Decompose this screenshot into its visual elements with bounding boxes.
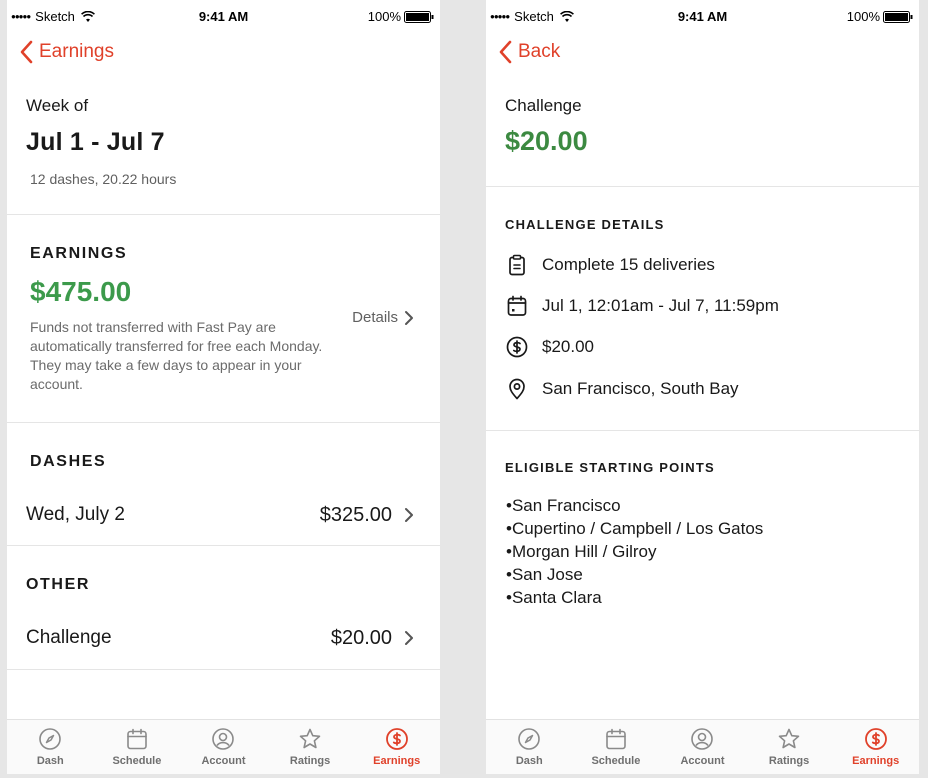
chevron-left-icon	[499, 40, 512, 64]
user-circle-icon	[691, 728, 714, 750]
tab-earnings[interactable]: Earnings	[832, 720, 919, 774]
user-circle-icon	[212, 728, 235, 750]
tab-label: Dash	[36, 755, 64, 767]
battery-icon	[883, 10, 913, 23]
battery-icon	[404, 10, 434, 23]
details-label: Details	[352, 309, 398, 326]
challenge-row[interactable]: Challenge $20.00	[7, 615, 440, 661]
battery-percent: 100%	[367, 9, 401, 24]
fast-pay-note: Funds not transferred with Fast Pay are …	[30, 319, 323, 392]
row-amount: $325.00	[319, 503, 392, 526]
challenge-details-heading: CHALLENGE DETAILS	[505, 217, 665, 232]
calendar-icon	[507, 295, 527, 316]
challenge-title: Challenge	[505, 96, 582, 115]
row-label: Wed, July 2	[26, 504, 125, 525]
tab-account[interactable]: Account	[180, 720, 267, 774]
chevron-left-icon	[20, 40, 33, 64]
week-summary: 12 dashes, 20.22 hours	[30, 171, 177, 187]
back-button[interactable]: Back	[498, 38, 560, 66]
detail-text: $20.00	[542, 337, 594, 356]
earnings-amount: $475.00	[30, 276, 132, 307]
detail-date-range: Jul 1, 12:01am - Jul 7, 11:59pm	[506, 293, 779, 319]
dollar-circle-icon	[385, 728, 408, 750]
divider	[7, 214, 440, 215]
star-icon	[778, 728, 800, 749]
back-label: Earnings	[39, 41, 114, 62]
divider	[7, 545, 440, 546]
tab-account[interactable]: Account	[659, 720, 746, 774]
detail-text: Jul 1, 12:01am - Jul 7, 11:59pm	[542, 296, 779, 315]
tab-label: Schedule	[591, 755, 641, 767]
tab-dash[interactable]: Dash	[486, 720, 573, 774]
list-item: Santa Clara	[506, 586, 763, 609]
tab-earnings[interactable]: Earnings	[353, 720, 440, 774]
row-label: Challenge	[26, 627, 112, 648]
tab-ratings[interactable]: Ratings	[746, 720, 833, 774]
week-range-title: Jul 1 - Jul 7	[26, 128, 165, 156]
tab-label: Account	[201, 755, 246, 767]
star-icon	[299, 728, 321, 749]
tab-dash[interactable]: Dash	[7, 720, 94, 774]
dollar-circle-icon	[864, 728, 887, 750]
tab-label: Ratings	[768, 755, 810, 767]
chevron-right-icon	[405, 631, 413, 645]
divider	[7, 422, 440, 423]
chevron-right-icon	[405, 310, 413, 325]
calendar-icon	[127, 728, 147, 750]
tab-label: Dash	[515, 755, 543, 767]
tab-label: Schedule	[112, 755, 162, 767]
status-bar: ●●●●● Sketch 9:41 AM 100%	[7, 0, 440, 34]
detail-location: San Francisco, South Bay	[506, 376, 739, 402]
location-pin-icon	[509, 378, 525, 400]
tab-label: Ratings	[289, 755, 331, 767]
dashes-heading: DASHES	[30, 453, 107, 470]
calendar-icon	[606, 728, 626, 750]
battery-percent: 100%	[846, 9, 880, 24]
tab-schedule[interactable]: Schedule	[94, 720, 181, 774]
dash-row-wed-july-2[interactable]: Wed, July 2 $325.00	[7, 492, 440, 538]
challenge-amount: $20.00	[505, 126, 588, 156]
tab-ratings[interactable]: Ratings	[267, 720, 354, 774]
tab-label: Account	[680, 755, 725, 767]
divider	[486, 430, 919, 431]
tab-bar: Dash Schedule Account Ratings Earnings	[486, 719, 919, 774]
back-to-earnings-button[interactable]: Earnings	[19, 38, 114, 66]
compass-icon	[39, 728, 62, 750]
details-button[interactable]: Details	[352, 309, 414, 326]
other-heading: OTHER	[26, 576, 90, 593]
tab-label: Earnings	[373, 755, 421, 767]
tab-schedule[interactable]: Schedule	[573, 720, 660, 774]
detail-text: Complete 15 deliveries	[542, 255, 715, 274]
row-amount: $20.00	[330, 626, 392, 649]
earnings-heading: EARNINGS	[30, 245, 128, 262]
list-item: San Francisco	[506, 494, 763, 517]
list-item: San Jose	[506, 563, 763, 586]
detail-deliveries: Complete 15 deliveries	[506, 252, 715, 278]
detail-reward: $20.00	[506, 334, 594, 360]
divider	[486, 186, 919, 187]
detail-text: San Francisco, South Bay	[542, 379, 739, 398]
eligible-points-list: San Francisco Cupertino / Campbell / Los…	[506, 494, 763, 609]
eligible-starting-points-heading: ELIGIBLE STARTING POINTS	[505, 460, 715, 475]
status-bar: ●●●●● Sketch 9:41 AM 100%	[486, 0, 919, 34]
back-label: Back	[518, 41, 561, 62]
list-item: Morgan Hill / Gilroy	[506, 540, 763, 563]
earnings-week-screen: ●●●●● Sketch 9:41 AM 100% Earnings Week …	[7, 0, 440, 774]
clipboard-icon	[509, 254, 525, 276]
challenge-detail-screen: ●●●●● Sketch 9:41 AM 100% Back Challenge…	[486, 0, 919, 774]
tab-bar: Dash Schedule Account Ratings Earnings	[7, 719, 440, 774]
tab-label: Earnings	[852, 755, 900, 767]
week-of-label: Week of	[26, 96, 89, 115]
compass-icon	[518, 728, 541, 750]
divider	[7, 669, 440, 670]
dollar-circle-icon	[506, 336, 528, 358]
chevron-right-icon	[405, 508, 413, 522]
list-item: Cupertino / Campbell / Los Gatos	[506, 517, 763, 540]
